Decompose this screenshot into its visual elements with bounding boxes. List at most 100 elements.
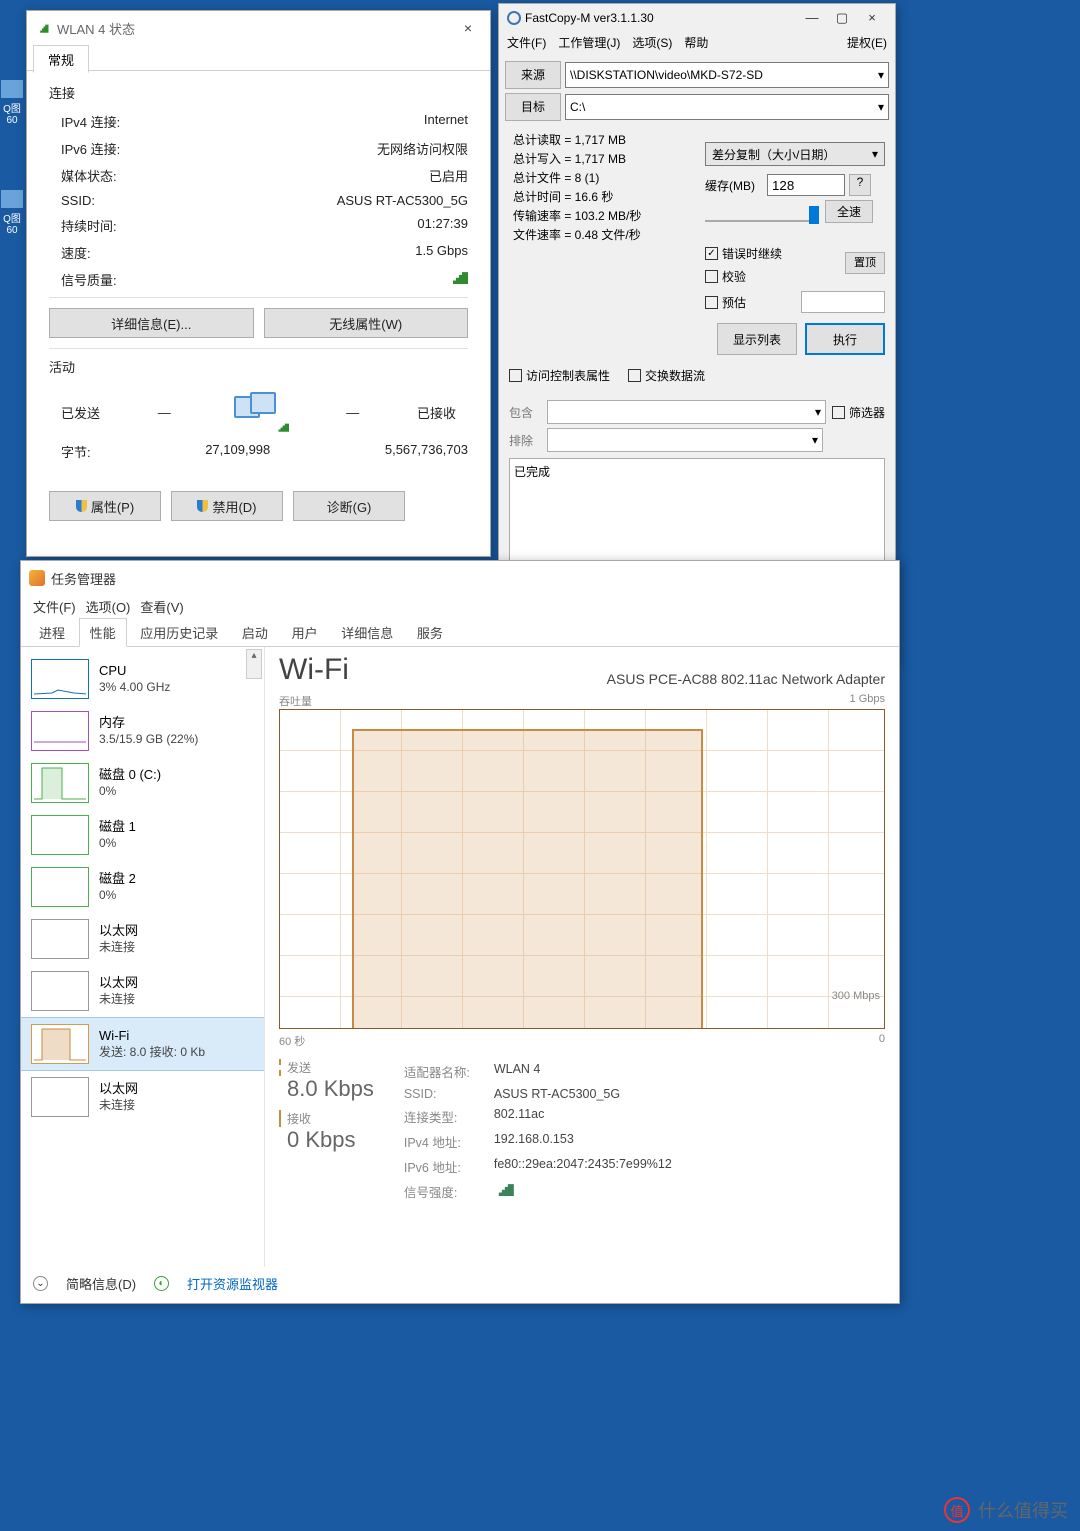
app-icon (507, 11, 521, 25)
fullspeed-button[interactable]: 全速 (825, 200, 873, 223)
tab-performance[interactable]: 性能 (79, 618, 127, 647)
section-connection: 连接 (49, 83, 468, 102)
tab-general[interactable]: 常规 (33, 45, 89, 73)
row-ipv4: IPv4 连接:Internet (49, 108, 468, 135)
watermark-icon: 值 (944, 1497, 970, 1523)
menu-elevate[interactable]: 提权(E) (847, 34, 887, 51)
minimize-icon[interactable]: — (797, 10, 827, 26)
perf-sidebar[interactable]: ▴ CPU3% 4.00 GHz 内存3.5/15.9 GB (22%) 磁盘 … (21, 647, 265, 1267)
menubar: 文件(F) 选项(O) 查看(V) (21, 595, 899, 618)
menu-work[interactable]: 工作管理(J) (558, 34, 620, 51)
row-ipv6: IPv6 连接:无网络访问权限 (49, 135, 468, 162)
execute-button[interactable]: 执行 (805, 323, 885, 355)
shield-icon (76, 500, 87, 512)
dest-button[interactable]: 目标 (505, 93, 561, 121)
shield-icon (197, 500, 208, 512)
estimate-input[interactable] (801, 291, 885, 313)
row-speed: 速度:1.5 Gbps (49, 239, 468, 266)
stats-block: 总计读取 = 1,717 MB 总计写入 = 1,717 MB 总计文件 = 8… (505, 125, 705, 251)
copy-mode-select[interactable]: 差分复制（大小/日期）▾ (705, 142, 885, 166)
wireless-props-button[interactable]: 无线属性(W) (264, 308, 469, 338)
tab-details[interactable]: 详细信息 (331, 619, 403, 646)
diagnose-button[interactable]: 诊断(G) (293, 491, 405, 521)
open-resource-monitor-link[interactable]: 打开资源监视器 (187, 1274, 278, 1293)
cache-input[interactable] (767, 174, 845, 196)
window-title: 任务管理器 (51, 569, 116, 588)
sidebar-item-eth3[interactable]: 以太网未连接 (21, 1071, 264, 1123)
maximize-icon[interactable]: ▢ (827, 10, 857, 26)
signal-icon (35, 20, 51, 36)
details-button[interactable]: 详细信息(E)... (49, 308, 254, 338)
checkbox[interactable] (509, 369, 522, 382)
menu-file[interactable]: 文件(F) (33, 597, 76, 616)
resource-monitor-icon: ◐ (154, 1276, 169, 1291)
help-button[interactable]: ? (849, 174, 871, 196)
tab-startup[interactable]: 启动 (232, 619, 278, 646)
menu-options[interactable]: 选项(S) (632, 34, 672, 51)
section-activity: 活动 (49, 348, 468, 376)
menu-help[interactable]: 帮助 (684, 34, 708, 51)
tab-history[interactable]: 应用历史记录 (130, 619, 228, 646)
sidebar-item-disk0[interactable]: 磁盘 0 (C:)0% (21, 757, 264, 809)
titlebar[interactable]: 任务管理器 (21, 561, 899, 595)
speed-slider[interactable] (705, 202, 817, 222)
footer: ⌄ 简略信息(D) ◐ 打开资源监视器 (33, 1274, 278, 1293)
chevron-down-icon: ▾ (815, 405, 821, 419)
sidebar-item-disk1[interactable]: 磁盘 10% (21, 809, 264, 861)
collapse-icon[interactable]: ⌄ (33, 1276, 48, 1291)
signal-bars-icon (494, 1182, 514, 1196)
desktop-icon[interactable]: Q图 60 (0, 190, 24, 236)
sidebar-item-eth1[interactable]: 以太网未连接 (21, 913, 264, 965)
titlebar[interactable]: WLAN 4 状态 × (27, 11, 490, 45)
sidebar-item-memory[interactable]: 内存3.5/15.9 GB (22%) (21, 705, 264, 757)
checkbox[interactable] (705, 270, 718, 283)
menu-view[interactable]: 查看(V) (140, 597, 183, 616)
task-manager-window: 任务管理器 文件(F) 选项(O) 查看(V) 进程 性能 应用历史记录 启动 … (20, 560, 900, 1304)
wlan-status-window: WLAN 4 状态 × 常规 连接 IPv4 连接:Internet IPv6 … (26, 10, 491, 557)
source-button[interactable]: 来源 (505, 61, 561, 89)
app-icon (29, 570, 45, 586)
close-icon[interactable]: × (454, 20, 482, 36)
scroll-up-icon[interactable]: ▴ (246, 649, 262, 679)
titlebar[interactable]: FastCopy-M ver3.1.1.30 — ▢ × (499, 4, 895, 32)
menu-file[interactable]: 文件(F) (507, 34, 546, 51)
desktop-icon[interactable]: Q图 60 (0, 80, 24, 126)
show-list-button[interactable]: 显示列表 (717, 323, 797, 355)
watermark: 值 什么值得买 (944, 1497, 1068, 1523)
computers-icon (228, 392, 288, 432)
tabbar: 进程 性能 应用历史记录 启动 用户 详细信息 服务 (21, 618, 899, 647)
dest-input[interactable]: C:\▾ (565, 94, 889, 120)
chevron-down-icon[interactable]: ▾ (878, 68, 884, 82)
dest-row: 目标 C:\▾ (505, 93, 889, 121)
chevron-down-icon: ▾ (872, 147, 878, 161)
exclude-input[interactable]: ▾ (547, 428, 823, 452)
menu-options[interactable]: 选项(O) (86, 597, 131, 616)
disable-button[interactable]: 禁用(D) (171, 491, 283, 521)
sidebar-item-disk2[interactable]: 磁盘 20% (21, 861, 264, 913)
row-bytes: 字节:27,109,9985,567,736,703 (49, 438, 468, 465)
page-title: Wi-Fi (279, 653, 349, 687)
properties-button[interactable]: 属性(P) (49, 491, 161, 521)
close-icon[interactable]: × (857, 10, 887, 26)
brief-info-button[interactable]: 简略信息(D) (66, 1274, 136, 1293)
tab-processes[interactable]: 进程 (29, 619, 75, 646)
row-duration: 持续时间:01:27:39 (49, 212, 468, 239)
checkbox[interactable]: ✓ (705, 247, 718, 260)
chevron-down-icon[interactable]: ▾ (878, 100, 884, 114)
checkbox[interactable] (628, 369, 641, 382)
perf-main: Wi-FiASUS PCE-AC88 802.11ac Network Adap… (265, 647, 899, 1267)
connection-info: 适配器名称:WLAN 4 SSID:ASUS RT-AC5300_5G 连接类型… (404, 1059, 672, 1204)
signal-bars-icon (448, 270, 468, 284)
sidebar-item-cpu[interactable]: CPU3% 4.00 GHz (21, 653, 264, 705)
include-input[interactable]: ▾ (547, 400, 826, 424)
sidebar-item-eth2[interactable]: 以太网未连接 (21, 965, 264, 1017)
source-input[interactable]: \\DISKSTATION\video\MKD-S72-SD▾ (565, 62, 889, 88)
sidebar-item-wifi[interactable]: Wi-Fi发送: 8.0 接收: 0 Kb (21, 1017, 264, 1071)
checkbox[interactable] (705, 296, 718, 309)
checkbox[interactable] (832, 406, 845, 419)
tab-users[interactable]: 用户 (282, 619, 328, 646)
pin-button[interactable]: 置顶 (845, 252, 885, 274)
tab-services[interactable]: 服务 (407, 619, 453, 646)
throughput-chart: 300 Mbps (279, 709, 885, 1029)
row-media: 媒体状态:已启用 (49, 162, 468, 189)
